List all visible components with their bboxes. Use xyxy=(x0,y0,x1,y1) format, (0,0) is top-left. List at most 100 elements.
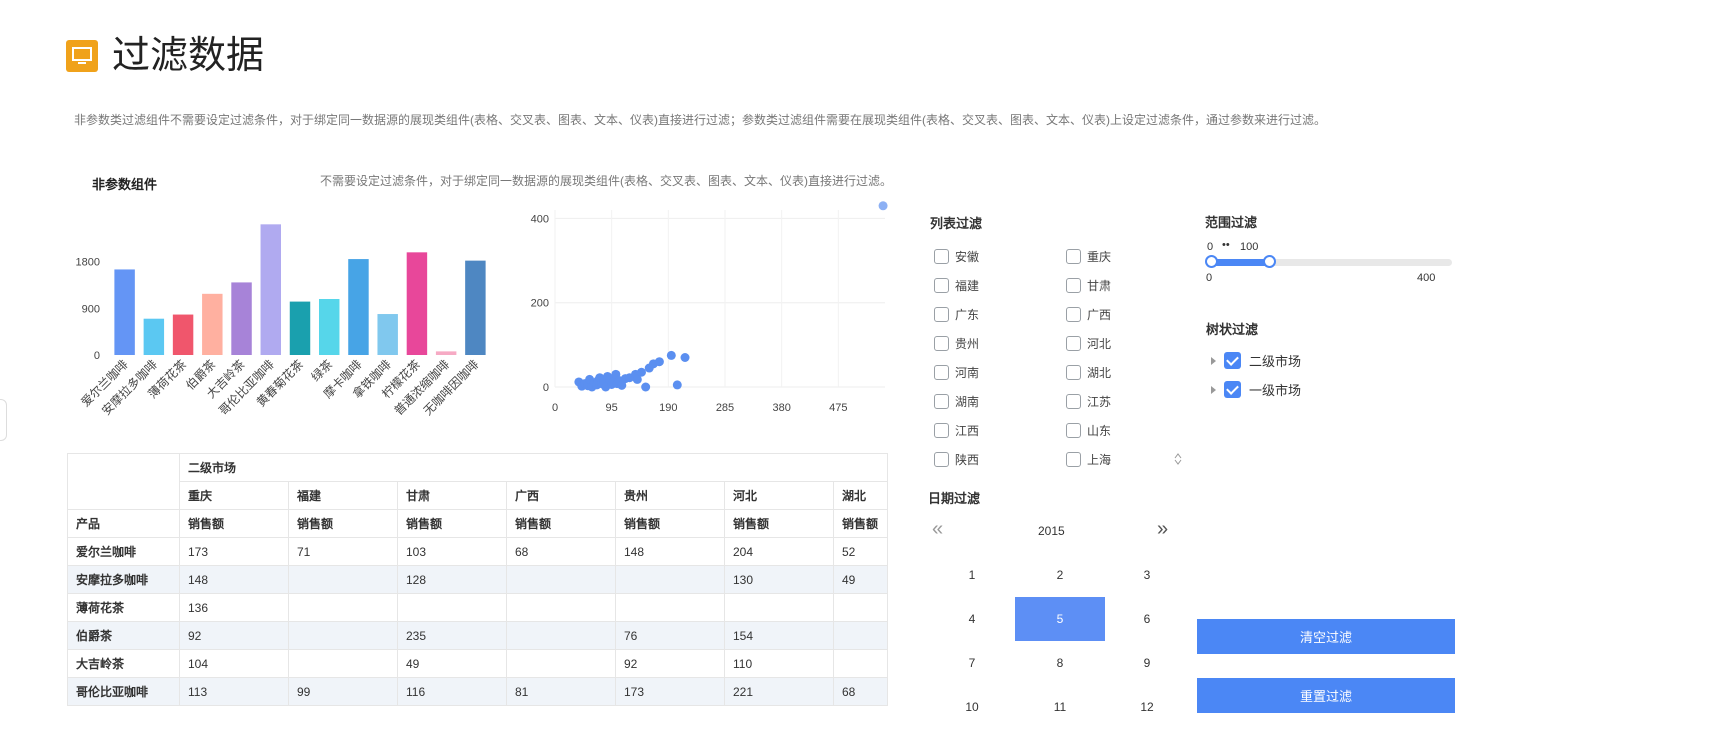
checkbox-item[interactable]: 河南 xyxy=(934,364,979,381)
checkbox-item[interactable]: 重庆 xyxy=(1066,248,1111,265)
value-cell: 221 xyxy=(724,677,834,706)
checkbox[interactable] xyxy=(934,278,949,293)
calendar-month-cell[interactable]: 10 xyxy=(927,685,1017,729)
prev-year-button[interactable]: « xyxy=(932,518,943,541)
range-value-low: 0 xyxy=(1207,241,1214,253)
value-cell xyxy=(288,649,398,678)
scatter-point[interactable] xyxy=(878,201,888,211)
bar[interactable] xyxy=(319,299,340,355)
calendar-month-cell[interactable]: 6 xyxy=(1102,597,1192,641)
expand-arrow-icon[interactable] xyxy=(1211,356,1216,365)
checkbox[interactable] xyxy=(1066,336,1081,351)
checkbox[interactable] xyxy=(1066,452,1081,467)
checkbox[interactable] xyxy=(934,307,949,322)
bar[interactable] xyxy=(143,318,165,355)
checkbox[interactable] xyxy=(1066,278,1081,293)
calendar-month-cell[interactable]: 12 xyxy=(1102,685,1192,729)
checkbox[interactable] xyxy=(1066,307,1081,322)
value-cell xyxy=(724,593,834,622)
scatter-point[interactable] xyxy=(672,380,682,390)
side-expand-tab[interactable] xyxy=(0,399,7,441)
calendar-month-cell[interactable]: 4 xyxy=(927,597,1017,641)
checkbox-item[interactable]: 江西 xyxy=(934,422,979,439)
value-cell: 148 xyxy=(615,537,725,566)
bar[interactable] xyxy=(231,282,252,355)
calendar-month-cell[interactable]: 2 xyxy=(1015,553,1105,597)
scroll-arrows-icon[interactable] xyxy=(1173,452,1183,466)
range-handle-low[interactable] xyxy=(1205,255,1218,268)
checkbox-item[interactable]: 湖北 xyxy=(1066,364,1111,381)
reset-filter-button[interactable]: 重置过滤 xyxy=(1197,678,1455,713)
table-row[interactable]: 薄荷花茶 136 xyxy=(67,593,888,622)
checkbox[interactable] xyxy=(1066,423,1081,438)
range-handle-high[interactable] xyxy=(1262,255,1276,268)
table-row[interactable]: 大吉岭茶 104 49 92 110 xyxy=(67,649,888,678)
table-row[interactable]: 安摩拉多咖啡 148 128 130 49 xyxy=(67,565,888,594)
calendar-year[interactable]: 2015 xyxy=(1038,524,1065,538)
value-cell xyxy=(615,593,725,622)
table-row[interactable]: 哥伦比亚咖啡 113 99 116 81 173 221 68 xyxy=(67,677,888,706)
tree-item-primary-market[interactable]: 一级市场 xyxy=(1211,380,1301,399)
scatter-point[interactable] xyxy=(666,350,676,360)
value-cell xyxy=(288,621,398,650)
calendar-month-cell[interactable]: 3 xyxy=(1102,553,1192,597)
checkbox-checked-icon[interactable] xyxy=(1224,352,1241,369)
checkbox[interactable] xyxy=(934,365,949,380)
measure-header: 销售额 xyxy=(506,509,616,538)
clear-filter-button[interactable]: 清空过滤 xyxy=(1197,619,1455,654)
checkbox-item[interactable]: 甘肃 xyxy=(1066,277,1111,294)
bar[interactable] xyxy=(114,269,135,355)
bar[interactable] xyxy=(289,301,311,355)
checkbox-item[interactable]: 福建 xyxy=(934,277,979,294)
checkbox-item[interactable]: 广西 xyxy=(1066,306,1111,323)
bar[interactable] xyxy=(172,314,194,355)
bar[interactable] xyxy=(260,224,281,355)
checkbox-item[interactable]: 河北 xyxy=(1066,335,1111,352)
value-cell: 103 xyxy=(397,537,507,566)
calendar-month-cell[interactable]: 9 xyxy=(1102,641,1192,685)
checkbox-item[interactable]: 上海 xyxy=(1066,451,1111,468)
checkbox-label: 河南 xyxy=(955,366,980,380)
checkbox[interactable] xyxy=(934,336,949,351)
x-tick-label: 95 xyxy=(606,402,618,414)
bar[interactable] xyxy=(465,260,486,355)
checkbox[interactable] xyxy=(934,394,949,409)
bar[interactable] xyxy=(202,293,223,355)
calendar-month-cell[interactable]: 7 xyxy=(927,641,1017,685)
scatter-point[interactable] xyxy=(636,367,646,377)
bar[interactable] xyxy=(435,351,457,355)
scatter-point[interactable] xyxy=(680,353,690,362)
table-row[interactable]: 伯爵茶 92 235 76 154 xyxy=(67,621,888,650)
checkbox-item[interactable]: 陕西 xyxy=(934,451,979,468)
checkbox-item[interactable]: 江苏 xyxy=(1066,393,1111,410)
bar[interactable] xyxy=(406,252,428,355)
scatter-point[interactable] xyxy=(641,382,651,392)
value-cell: 52 xyxy=(833,537,888,566)
calendar-month-cell[interactable]: 11 xyxy=(1015,685,1105,729)
scatter-point[interactable] xyxy=(654,357,664,367)
calendar-month-cell[interactable]: 8 xyxy=(1015,641,1105,685)
calendar-month-cell[interactable]: 5 xyxy=(1015,597,1105,641)
checkbox[interactable] xyxy=(1066,394,1081,409)
checkbox-item[interactable]: 湖南 xyxy=(934,393,979,410)
checkbox[interactable] xyxy=(934,249,949,264)
tree-item-secondary-market[interactable]: 二级市场 xyxy=(1211,351,1301,370)
checkbox[interactable] xyxy=(1066,249,1081,264)
checkbox-item[interactable]: 贵州 xyxy=(934,335,979,352)
checkbox[interactable] xyxy=(1066,365,1081,380)
table-header-row: 二级市场 xyxy=(67,453,888,510)
table-row[interactable]: 爱尔兰咖啡 173 71 103 68 148 204 52 xyxy=(67,537,888,566)
checkbox[interactable] xyxy=(934,452,949,467)
checkbox-item[interactable]: 山东 xyxy=(1066,422,1111,439)
next-year-button[interactable]: » xyxy=(1157,518,1168,541)
checkbox-checked-icon[interactable] xyxy=(1224,381,1241,398)
bar[interactable] xyxy=(377,314,398,355)
checkbox-item[interactable]: 广东 xyxy=(934,306,979,323)
checkbox[interactable] xyxy=(934,423,949,438)
checkbox-item[interactable]: 安徽 xyxy=(934,248,979,265)
calendar-month-cell[interactable]: 1 xyxy=(927,553,1017,597)
measure-header: 销售额 xyxy=(724,509,834,538)
expand-arrow-icon[interactable] xyxy=(1211,385,1216,394)
bar[interactable] xyxy=(348,259,369,355)
checkbox-label: 上海 xyxy=(1087,453,1112,467)
